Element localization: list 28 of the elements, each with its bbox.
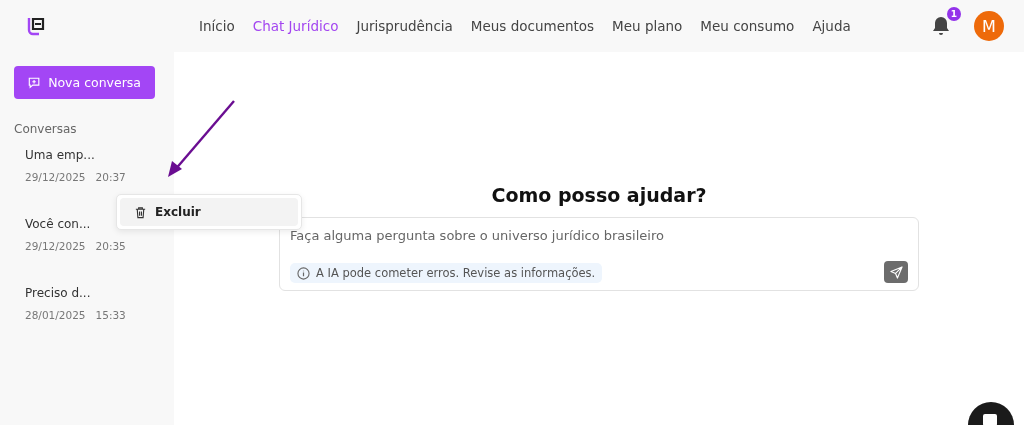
- nav-link[interactable]: Meu plano: [612, 18, 683, 34]
- page-heading: Como posso ajudar?: [491, 184, 707, 206]
- section-title: Conversas: [14, 122, 78, 136]
- nav-link[interactable]: Meus documentos: [470, 18, 595, 34]
- nav-link[interactable]: Meu consumo: [700, 18, 795, 34]
- new-conversation-button[interactable]: Nova conversa: [14, 66, 155, 99]
- send-button[interactable]: [884, 261, 908, 283]
- info-icon: [297, 266, 310, 280]
- disclaimer-text: A IA pode cometer erros. Revise as informações.: [316, 266, 596, 280]
- send-icon: [889, 265, 903, 279]
- conversation-date: 28/01/2025: [25, 309, 86, 321]
- trash-icon: [134, 205, 147, 219]
- notification-badge: 1: [947, 7, 961, 21]
- bell-icon[interactable]: [932, 16, 950, 36]
- chat-plus-icon: [28, 75, 41, 90]
- delete-menu-item[interactable]: Excluir: [120, 198, 298, 226]
- conversation-time: 15:33: [95, 309, 126, 321]
- conversation-date: 29/12/2025: [25, 171, 86, 183]
- conversation-title[interactable]: Preciso d...: [25, 286, 149, 300]
- nav-link[interactable]: Chat Jurídico: [252, 18, 339, 34]
- conversation-time: 20:37: [95, 171, 126, 183]
- nav-link[interactable]: Início: [199, 18, 235, 34]
- nav-link[interactable]: Ajuda: [812, 18, 851, 34]
- nav-link[interactable]: Jurisprudência: [356, 18, 453, 34]
- conversation-title[interactable]: Uma emp...: [25, 148, 149, 162]
- conversation-time: 20:35: [95, 240, 126, 252]
- conversation-date: 29/12/2025: [25, 240, 86, 252]
- logo-icon: [26, 16, 46, 36]
